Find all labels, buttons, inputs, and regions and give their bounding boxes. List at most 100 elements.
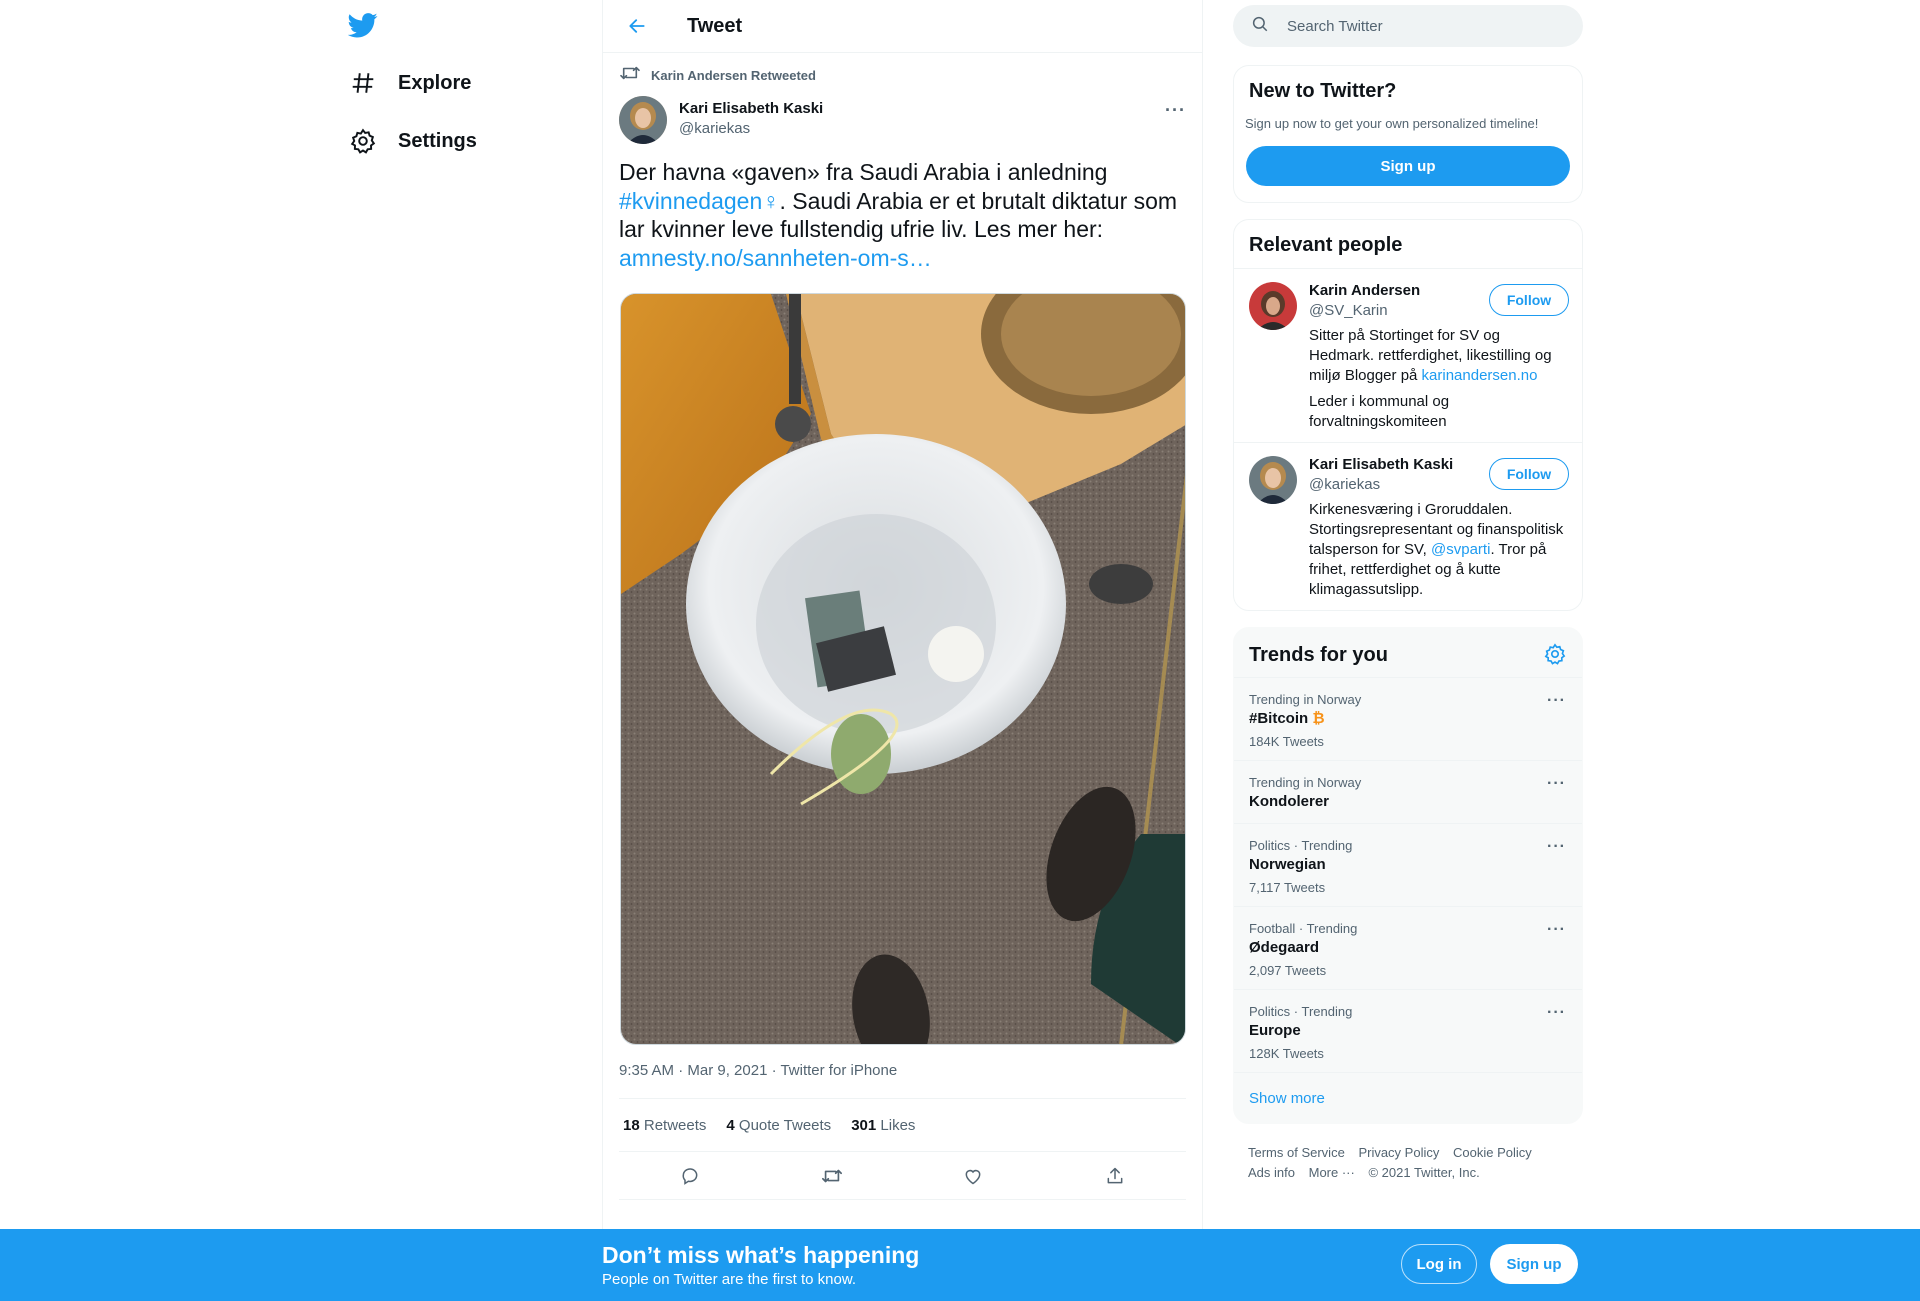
hashtag-link[interactable]: #kvinnedagen <box>619 188 762 214</box>
gear-icon[interactable] <box>1544 643 1568 667</box>
author-handle[interactable]: @kariekas <box>679 120 823 137</box>
cookie-link[interactable]: Cookie Policy <box>1453 1145 1532 1160</box>
page-title: Tweet <box>687 14 743 37</box>
signup-banner: Don’t miss what’s happening People on Tw… <box>0 1229 1920 1301</box>
trend-context: Politics · Trending <box>1249 1004 1353 1019</box>
follow-button[interactable]: Follow <box>1489 458 1569 490</box>
article-link[interactable]: amnesty.no/sannheten-om-s… <box>619 245 932 271</box>
footer-links: Terms of Service Privacy Policy Cookie P… <box>1248 1143 1568 1183</box>
more-options-icon[interactable]: ··· <box>1547 838 1566 856</box>
divider <box>1234 268 1582 269</box>
trend-item[interactable]: Trending in Norway Kondolerer ··· <box>1234 760 1582 823</box>
trend-name: Kondolerer <box>1249 793 1330 810</box>
retweet-action-icon[interactable] <box>814 1158 850 1194</box>
search-input[interactable] <box>1287 17 1547 35</box>
ads-info-link[interactable]: Ads info <box>1248 1165 1295 1180</box>
trend-count: 2,097 Tweets <box>1249 963 1327 978</box>
relevant-people-card: Relevant people Karin Andersen @SV_Karin… <box>1233 219 1583 611</box>
new-to-twitter-subtitle: Sign up now to get your own personalized… <box>1245 116 1539 131</box>
trends-title: Trends for you <box>1249 644 1388 666</box>
person-bio: Sitter på Stortinget for SV og Hedmark. … <box>1309 326 1567 386</box>
show-more-link[interactable]: Show more <box>1249 1090 1325 1107</box>
trend-name-text: #Bitcoin <box>1249 710 1309 727</box>
gear-icon <box>348 126 378 156</box>
privacy-link[interactable]: Privacy Policy <box>1358 1145 1439 1160</box>
nav-explore-label: Explore <box>398 71 472 94</box>
tweet-stats: 18 Retweets 4 Quote Tweets 301 Likes <box>619 1098 1186 1152</box>
like-icon[interactable] <box>955 1158 991 1194</box>
person-handle[interactable]: @kariekas <box>1309 476 1380 493</box>
avatar[interactable] <box>619 96 667 144</box>
tweet-actions <box>619 1152 1186 1200</box>
more-link[interactable]: More ··· <box>1309 1165 1355 1180</box>
hashtag-icon <box>348 68 378 98</box>
more-options-icon[interactable]: ··· <box>1547 921 1566 939</box>
bio-link[interactable]: @svparti <box>1431 541 1490 558</box>
banner-subtitle: People on Twitter are the first to know. <box>602 1271 857 1288</box>
bitcoin-emoji: ₿ <box>1312 710 1325 727</box>
retweeted-by-text[interactable]: Karin Andersen Retweeted <box>651 68 816 83</box>
trend-count: 128K Tweets <box>1249 1046 1324 1061</box>
author-name[interactable]: Kari Elisabeth Kaski <box>679 100 823 117</box>
more-options-icon[interactable]: ··· <box>1547 775 1566 793</box>
terms-link[interactable]: Terms of Service <box>1248 1145 1345 1160</box>
sign-up-button[interactable]: Sign up <box>1246 146 1570 186</box>
trends-card: Trends for you Trending in Norway #Bitco… <box>1233 627 1583 1124</box>
tweet-text: Der havna «gaven» fra Saudi Arabia i anl… <box>619 158 1189 272</box>
search-icon <box>1251 15 1269 38</box>
trend-context: Trending in Norway <box>1249 692 1362 707</box>
retweet-icon <box>619 64 641 87</box>
trend-item[interactable]: Politics · Trending Norwegian 7,117 Twee… <box>1234 823 1582 906</box>
copyright: © 2021 Twitter, Inc. <box>1368 1165 1480 1180</box>
trend-name: Europe <box>1249 1022 1301 1039</box>
person-handle[interactable]: @SV_Karin <box>1309 302 1388 319</box>
search-bar[interactable] <box>1233 5 1583 47</box>
quote-tweets-count[interactable]: 4 Quote Tweets <box>726 1117 831 1134</box>
follow-button[interactable]: Follow <box>1489 284 1569 316</box>
divider <box>1234 442 1582 443</box>
tweet-text-part: Der havna «gaven» fra Saudi Arabia i anl… <box>619 159 1108 185</box>
person-name[interactable]: Kari Elisabeth Kaski <box>1309 456 1453 473</box>
bio-link[interactable]: karinandersen.no <box>1422 367 1538 384</box>
likes-count[interactable]: 301 Likes <box>851 1117 915 1134</box>
retweet-indicator: Karin Andersen Retweeted <box>619 64 816 87</box>
person-bio: Kirkenesværing i Groruddalen. Stortingsr… <box>1309 500 1567 600</box>
back-button[interactable] <box>619 8 655 44</box>
tweet-timestamp[interactable]: 9:35 AM · Mar 9, 2021 · Twitter for iPho… <box>619 1062 897 1079</box>
banner-title: Don’t miss what’s happening <box>602 1242 920 1268</box>
more-options-icon[interactable]: ··· <box>1547 1004 1566 1022</box>
new-to-twitter-card: New to Twitter? Sign up now to get your … <box>1233 65 1583 203</box>
log-in-button[interactable]: Log in <box>1401 1244 1477 1284</box>
nav-explore[interactable]: Explore <box>348 58 471 108</box>
main-column: Tweet Karin Andersen Retweeted Kari Elis… <box>602 0 1203 1301</box>
female-sign-emoji: ♀ <box>762 187 780 214</box>
twitter-logo-icon[interactable] <box>347 10 384 46</box>
avatar[interactable] <box>1249 282 1297 330</box>
more-options-icon[interactable]: ··· <box>1165 100 1186 121</box>
person-bio-extra: Leder i kommunal og forvaltningskomiteen <box>1309 393 1450 430</box>
person-kari-elisabeth-kaski[interactable]: Kari Elisabeth Kaski @kariekas Follow Ki… <box>1249 456 1569 606</box>
trend-item[interactable]: Football · Trending Ødegaard 2,097 Tweet… <box>1234 906 1582 989</box>
avatar[interactable] <box>1249 456 1297 504</box>
trend-context: Football · Trending <box>1249 921 1358 936</box>
page-header: Tweet <box>603 0 1202 53</box>
trend-name: Ødegaard <box>1249 939 1320 956</box>
new-to-twitter-title: New to Twitter? <box>1249 80 1397 102</box>
trend-item[interactable]: Politics · Trending Europe 128K Tweets ·… <box>1234 989 1582 1072</box>
nav-settings[interactable]: Settings <box>348 116 477 166</box>
nav-settings-label: Settings <box>398 129 477 152</box>
retweets-count[interactable]: 18 Retweets <box>623 1117 706 1134</box>
reply-icon[interactable] <box>672 1158 708 1194</box>
tweet-photo[interactable] <box>620 293 1186 1045</box>
person-name[interactable]: Karin Andersen <box>1309 282 1420 299</box>
relevant-people-title: Relevant people <box>1249 234 1403 256</box>
arrow-left-icon <box>629 19 645 33</box>
divider <box>1234 1072 1582 1073</box>
share-icon[interactable] <box>1097 1158 1133 1194</box>
person-karin-andersen[interactable]: Karin Andersen @SV_Karin Follow Sitter p… <box>1249 282 1569 442</box>
trend-name: #Bitcoin ₿ <box>1249 710 1325 727</box>
trend-item[interactable]: Trending in Norway #Bitcoin ₿ 184K Tweet… <box>1234 677 1582 760</box>
more-options-icon[interactable]: ··· <box>1547 692 1566 710</box>
trend-context: Trending in Norway <box>1249 775 1362 790</box>
banner-sign-up-button[interactable]: Sign up <box>1490 1244 1578 1284</box>
